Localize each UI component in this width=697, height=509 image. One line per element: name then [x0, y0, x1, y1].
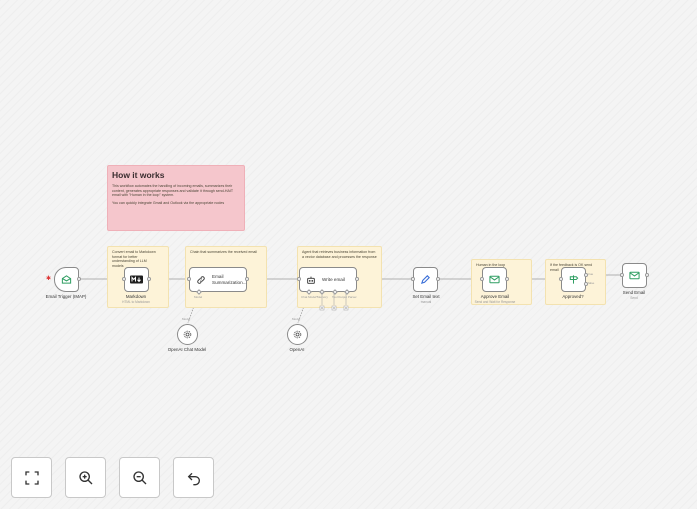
output-port[interactable]	[147, 277, 151, 281]
node-email-summarization[interactable]: Email Summarization...	[189, 267, 247, 292]
zoom-in-button[interactable]	[65, 457, 106, 498]
envelope-open-icon	[61, 274, 72, 285]
node-subtitle: manual	[420, 300, 432, 304]
input-port[interactable]	[187, 277, 191, 281]
node-openai[interactable]	[287, 324, 308, 345]
node-label: Approve Email	[480, 294, 510, 299]
port-label-model: Model	[194, 295, 203, 299]
node-subtitle: Send	[630, 296, 638, 300]
node-label: OpenAI	[289, 347, 305, 352]
sticky-how-it-works[interactable]: How it works This workflow automates the…	[107, 165, 245, 231]
openai-icon	[183, 330, 192, 339]
input-port[interactable]	[297, 277, 301, 281]
openai-icon	[293, 330, 302, 339]
input-port[interactable]	[480, 277, 484, 281]
port-label-true: true	[588, 272, 594, 276]
link-icon	[196, 275, 206, 285]
zoom-out-button[interactable]	[119, 457, 160, 498]
node-markdown[interactable]	[124, 267, 149, 292]
sticky-text: Agent that retrieves business informatio…	[302, 250, 377, 259]
output-port[interactable]	[645, 273, 649, 277]
zoom-in-icon	[78, 470, 94, 486]
node-subtitle: Send and Wait for Response	[474, 300, 516, 304]
node-subtitle: HTML to Markdown	[122, 300, 150, 304]
output-port[interactable]	[505, 277, 509, 281]
signpost-icon	[568, 274, 579, 285]
sub-connectors	[319, 292, 349, 311]
node-set-email-text[interactable]	[413, 267, 438, 292]
markdown-icon	[130, 275, 143, 284]
undo-icon	[186, 470, 202, 486]
node-email-trigger[interactable]	[54, 267, 79, 292]
node-label: Set Email text	[412, 294, 440, 299]
sticky-text: Chain that summarizes the received email	[190, 250, 257, 254]
node-label: Approved?	[562, 294, 584, 299]
node-label: OpenAI Chat Model	[167, 347, 207, 352]
trigger-start-icon[interactable]: ✱	[46, 275, 51, 282]
input-port[interactable]	[620, 273, 624, 277]
node-label: Send Email	[622, 290, 646, 295]
node-text: Email Summarization...	[212, 274, 247, 285]
robot-icon	[306, 275, 316, 285]
input-port[interactable]	[411, 277, 415, 281]
node-approve-email[interactable]	[482, 267, 507, 292]
envelope-icon	[489, 275, 500, 284]
node-label: Markdown	[125, 294, 147, 299]
sticky-body: This workflow automates the handling of …	[112, 184, 233, 198]
output-port[interactable]	[245, 277, 249, 281]
node-text: Write email	[322, 276, 345, 282]
undo-button[interactable]	[173, 457, 214, 498]
zoom-out-icon	[132, 470, 148, 486]
input-port[interactable]	[559, 277, 563, 281]
fit-view-icon	[24, 470, 40, 486]
output-port[interactable]	[77, 277, 81, 281]
workflow-canvas[interactable]: How it works This workflow automates the…	[0, 0, 697, 509]
pencil-icon	[420, 274, 431, 285]
fit-view-button[interactable]	[11, 457, 52, 498]
sticky-footer: You can quickly integrate Gmail and Outl…	[112, 200, 225, 205]
input-port[interactable]	[122, 277, 126, 281]
output-port[interactable]	[355, 277, 359, 281]
envelope-icon	[629, 271, 640, 280]
port-label-model: Model	[292, 317, 301, 321]
node-approved-if[interactable]	[561, 267, 586, 292]
port-label-false: false	[588, 281, 595, 285]
output-port[interactable]	[436, 277, 440, 281]
node-send-email[interactable]	[622, 263, 647, 288]
node-write-email[interactable]: Write email	[299, 267, 357, 292]
port-label-model: Model	[182, 317, 191, 321]
sticky-title: How it works	[112, 170, 165, 180]
sticky-text: Convert email to Markdown format for bet…	[112, 250, 156, 268]
node-label: Email Trigger (IMAP)	[45, 294, 87, 299]
node-openai-chat-model[interactable]	[177, 324, 198, 345]
